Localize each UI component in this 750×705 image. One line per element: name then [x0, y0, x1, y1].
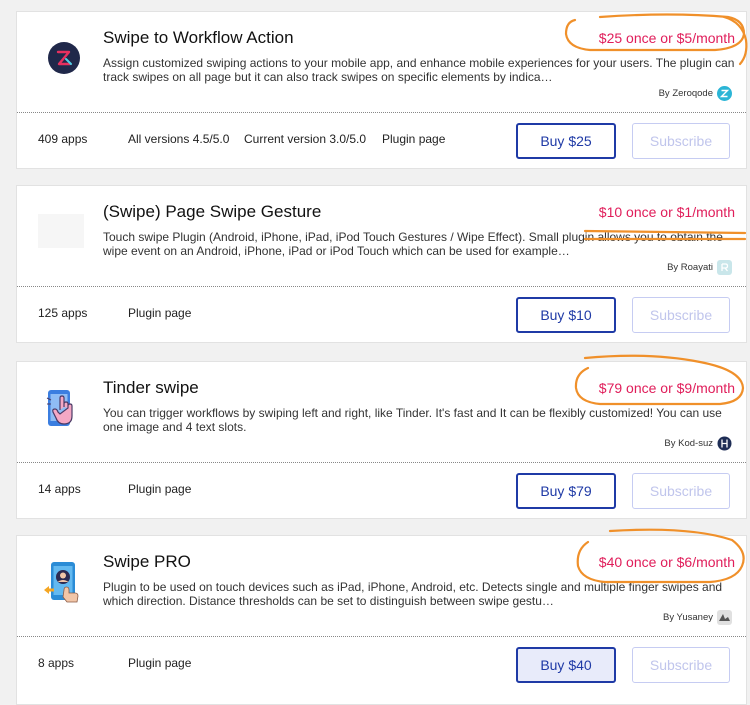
- plugin-title[interactable]: Swipe to Workflow Action: [103, 28, 294, 48]
- plugin-title[interactable]: (Swipe) Page Swipe Gesture: [103, 202, 321, 222]
- card-divider: [17, 636, 746, 637]
- plugin-page-link[interactable]: Plugin page: [128, 482, 191, 496]
- plugin-price: $10 once or $1/month: [598, 204, 735, 220]
- current-version-rating: Current version 3.0/5.0: [244, 132, 367, 146]
- buy-button[interactable]: Buy $40: [516, 647, 616, 683]
- zeroqode-avatar-icon: [717, 86, 732, 101]
- card-divider: [17, 286, 746, 287]
- plugin-description: Assign customized swiping actions to you…: [103, 56, 735, 84]
- card-divider: [17, 112, 746, 113]
- author-name[interactable]: By Kod-suz: [664, 438, 713, 449]
- author-name[interactable]: By Roayati: [667, 262, 713, 273]
- plugin-card: Tinder swipe $79 once or $9/month You ca…: [16, 361, 747, 519]
- apps-count: 8 apps: [38, 656, 75, 670]
- swipe-hand-phone-icon: [46, 390, 73, 426]
- plugin-title[interactable]: Tinder swipe: [103, 378, 199, 398]
- plugin-description: Plugin to be used on touch devices such …: [103, 580, 723, 608]
- plugin-page-link[interactable]: Plugin page: [382, 132, 445, 146]
- author-name[interactable]: By Yusaney: [663, 612, 713, 623]
- plugin-price: $40 once or $6/month: [598, 554, 735, 570]
- subscribe-button[interactable]: Subscribe: [632, 473, 730, 509]
- plugin-page-link[interactable]: Plugin page: [128, 306, 191, 320]
- author-byline: By Yusaney: [663, 610, 732, 625]
- plugin-card: Swipe to Workflow Action $25 once or $5/…: [16, 11, 747, 169]
- roayati-avatar-icon: [717, 260, 732, 275]
- author-byline: By Kod-suz: [664, 436, 732, 451]
- plugin-price: $25 once or $5/month: [598, 30, 735, 46]
- plugin-price: $79 once or $9/month: [598, 380, 735, 396]
- author-name[interactable]: By Zeroqode: [659, 88, 713, 99]
- swipe-pro-phone-icon: [44, 562, 79, 603]
- subscribe-button[interactable]: Subscribe: [632, 647, 730, 683]
- plugin-card: (Swipe) Page Swipe Gesture $10 once or $…: [16, 185, 747, 343]
- plugin-description: You can trigger workflows by swiping lef…: [103, 406, 722, 434]
- author-byline: By Zeroqode: [659, 86, 732, 101]
- plugin-title[interactable]: Swipe PRO: [103, 552, 191, 572]
- buy-button[interactable]: Buy $10: [516, 297, 616, 333]
- all-versions-rating: All versions 4.5/5.0: [128, 132, 230, 146]
- author-byline: By Roayati: [667, 260, 732, 275]
- plugin-card: Swipe PRO $40 once or $6/month Plugin to…: [16, 535, 747, 705]
- apps-count: 409 apps: [38, 132, 88, 146]
- apps-count: 14 apps: [38, 482, 81, 496]
- zeroqode-logo-icon: [48, 42, 80, 74]
- plugin-logo-placeholder: [38, 214, 84, 248]
- subscribe-button[interactable]: Subscribe: [632, 123, 730, 159]
- kod-suz-avatar-icon: [717, 436, 732, 451]
- subscribe-button[interactable]: Subscribe: [632, 297, 730, 333]
- buy-button[interactable]: Buy $25: [516, 123, 616, 159]
- plugin-page-link[interactable]: Plugin page: [128, 656, 191, 670]
- card-divider: [17, 462, 746, 463]
- plugin-description: Touch swipe Plugin (Android, iPhone, iPa…: [103, 230, 723, 258]
- buy-button[interactable]: Buy $79: [516, 473, 616, 509]
- yusaney-avatar-icon: [717, 610, 732, 625]
- apps-count: 125 apps: [38, 306, 88, 320]
